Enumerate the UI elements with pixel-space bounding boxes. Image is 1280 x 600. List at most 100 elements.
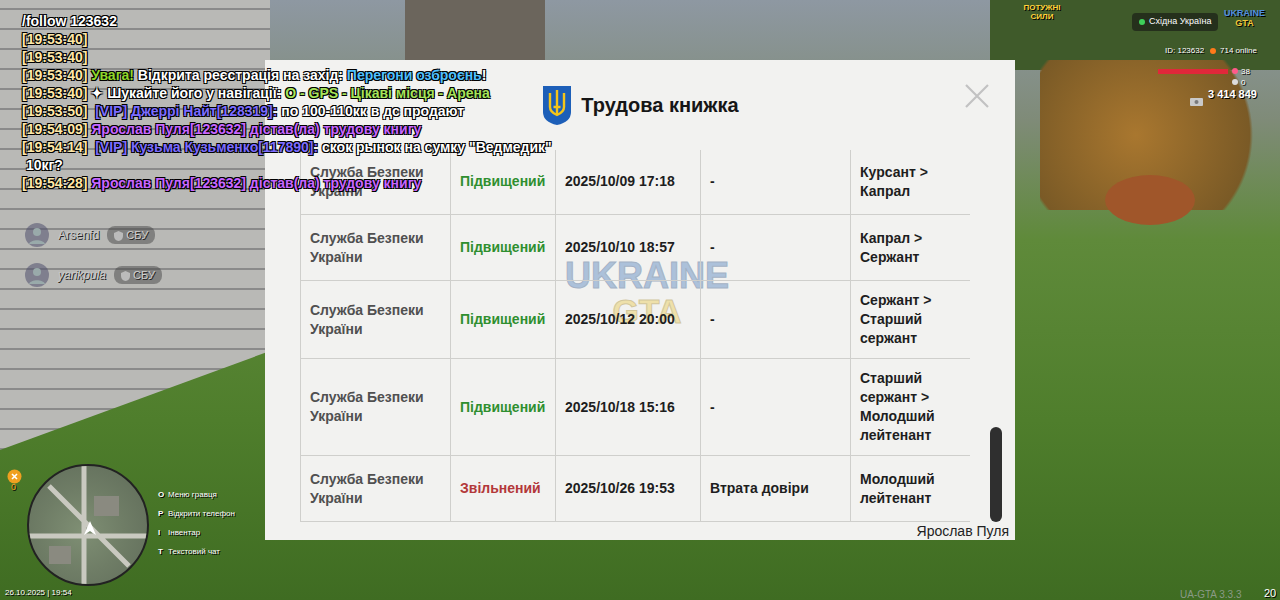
region-name: Східна Україна [1149,15,1211,29]
legend-key: I [158,528,168,537]
faction-badge: СБУ [114,266,162,285]
chat-segment: O - GPS - Цікаві місця - Арена [285,85,490,101]
chat-line: [19:53:40] [22,30,552,48]
event-logo: ПОТУЖНІ СИЛИ [1020,3,1064,21]
chat-line: [19:54:28] Ярослав Пуля[123632] дістав(л… [22,174,552,192]
chat-line: [19:53:40] [22,48,552,66]
health-fill [1158,69,1228,74]
record-row: Служба Безпеки УкраїниЗвільнений2025/10/… [301,456,971,522]
status-cell: Підвищений [451,359,556,456]
heart-icon [1232,68,1238,74]
scrollbar-track[interactable] [990,150,1002,522]
legend-key: O [158,490,168,499]
chat-segment: ✦ Шукайте його у навігації: [91,85,285,101]
scrollbar-thumb[interactable] [990,427,1002,522]
chat-segment: [19:54:28] [22,175,91,191]
chat-segment: ! [482,67,487,83]
minimap[interactable] [27,464,149,586]
record-owner: Ярослав Пуля [917,523,1009,539]
organization-cell: Служба Безпеки України [301,281,451,359]
chat-line: 10кг? [22,156,552,174]
date-cell: 2025/10/18 15:16 [556,359,701,456]
legend-item[interactable]: OМеню гравця [158,490,235,499]
chat-line: [19:54:14] [VIP] Кузьма Кузьменко[117890… [22,138,552,156]
close-icon[interactable] [963,82,991,110]
rank-cell: Старший сержант > Молодший лейтенант [851,359,971,456]
cash-icon [1190,89,1204,113]
window-footer: Ярослав Пуля [265,522,1015,540]
record-row: Служба Безпеки УкраїниПідвищений2025/10/… [301,359,971,456]
organization-cell: Служба Безпеки України [301,215,451,281]
record-row: Служба Безпеки УкраїниПідвищений2025/10/… [301,281,971,359]
watermark-word: UKRAINE [565,258,729,294]
chat-line: [19:53:50] [VIP] Джеррі Найт[128319]: по… [22,102,552,120]
region-badge: Східна Україна [1132,13,1218,31]
record-row: Служба Безпеки УкраїниПідвищений2025/10/… [301,215,971,281]
date-cell: 2025/10/12 20:00 [556,281,701,359]
minimap-legend: OМеню гравця PВідкрити телефон IІнвентар TТ… [158,490,235,556]
chat-segment: Ярослав Пуля[123632] дістав(ла) трудову … [91,175,421,191]
player-avatar-icon [24,262,50,288]
window-title: Трудова книжка [581,90,738,120]
faction-badge: СБУ [107,226,155,245]
faction-name: СБУ [126,227,148,244]
chat-segment: Відкрита реєстрація на захід: [138,67,347,83]
legend-item[interactable]: IІнвентар [158,528,235,537]
chat-segment: [19:54:09] [22,121,91,137]
legend-key: P [158,509,168,518]
chat-segment: /follow 123632 [22,13,117,29]
rank-cell: Сержант > Старший сержант [851,281,971,359]
records-table-viewport[interactable]: Служба Безпеки УкраїниПідвищений2025/10/… [300,150,970,522]
records-table: Служба Безпеки УкраїниПідвищений2025/10/… [300,150,970,522]
player-nametag[interactable]: ArsenfdСБУ [24,222,155,248]
chat-segment: 10кг? [22,157,63,173]
chat-line: /follow 123632 [22,12,552,30]
fps-counter: 20 [1264,585,1276,600]
chat-segment: Перегони озброєнь [347,67,482,83]
status-cell: Підвищений [451,150,556,215]
legend-label: Текстовий чат [168,547,220,556]
reason-cell: - [701,359,851,456]
legend-key: T [158,547,168,556]
region-dot-icon [1139,19,1145,25]
chat-segment: [VIP] Джеррі Найт[128319]: [91,103,281,119]
player-avatar-icon [24,222,50,248]
organization-cell: Служба Безпеки України [301,359,451,456]
health-bar [1158,69,1228,74]
chat-segment: [19:53:40] [22,49,87,65]
rank-cell: Молодший лейтенант [851,456,971,522]
status-cell: Звільнений [451,456,556,522]
shield-icon [121,267,130,284]
legend-label: Меню гравця [168,490,217,499]
legend-item[interactable]: TТекстовий чат [158,547,235,556]
money-amount: 3 414 849 [1208,86,1257,103]
date-cell: 2025/10/10 18:57 [556,215,701,281]
chat-segment: по 100-110кк в дс продают [281,103,464,119]
chat-segment: [19:53:40] [22,31,87,47]
faction-name: СБУ [133,267,155,284]
date-cell: 2025/10/09 17:18 [556,150,701,215]
online-count: 714 online [1210,45,1257,57]
reason-cell: - [701,281,851,359]
legend-label: Відкрити телефон [168,509,235,518]
game-scene: /follow 123632[19:53:40][19:53:40][19:53… [0,0,1280,600]
legend-item[interactable]: PВідкрити телефон [158,509,235,518]
date-cell: 2025/10/26 19:53 [556,456,701,522]
legend-label: Інвентар [168,528,200,537]
reason-cell: - [701,215,851,281]
reason-cell: Втрата довіри [701,456,851,522]
armor-reading: 0 [1241,77,1245,89]
health-reading: 38 [1241,66,1250,78]
chat-segment: Ярослав Пуля[123632] дістав(ла) трудову … [91,121,421,137]
logo-word: UKRAINE [1224,8,1265,18]
bush [1105,175,1195,225]
rank-cell: Курсант > Капрал [851,150,971,215]
player-nametag[interactable]: yarikpulaСБУ [24,262,162,288]
chat-segment: [19:53:40] [22,85,91,101]
chat-segment: скок рынок на сумку "Ведмедик" [322,139,552,155]
rank-cell: Капрал > Сержант [851,215,971,281]
chat-segment: [19:54:14] [22,139,91,155]
chat-segment: [19:53:50] [22,103,91,119]
armor-icon [1232,79,1238,85]
date-time: 26.10.2025 | 19:54 [5,587,72,599]
